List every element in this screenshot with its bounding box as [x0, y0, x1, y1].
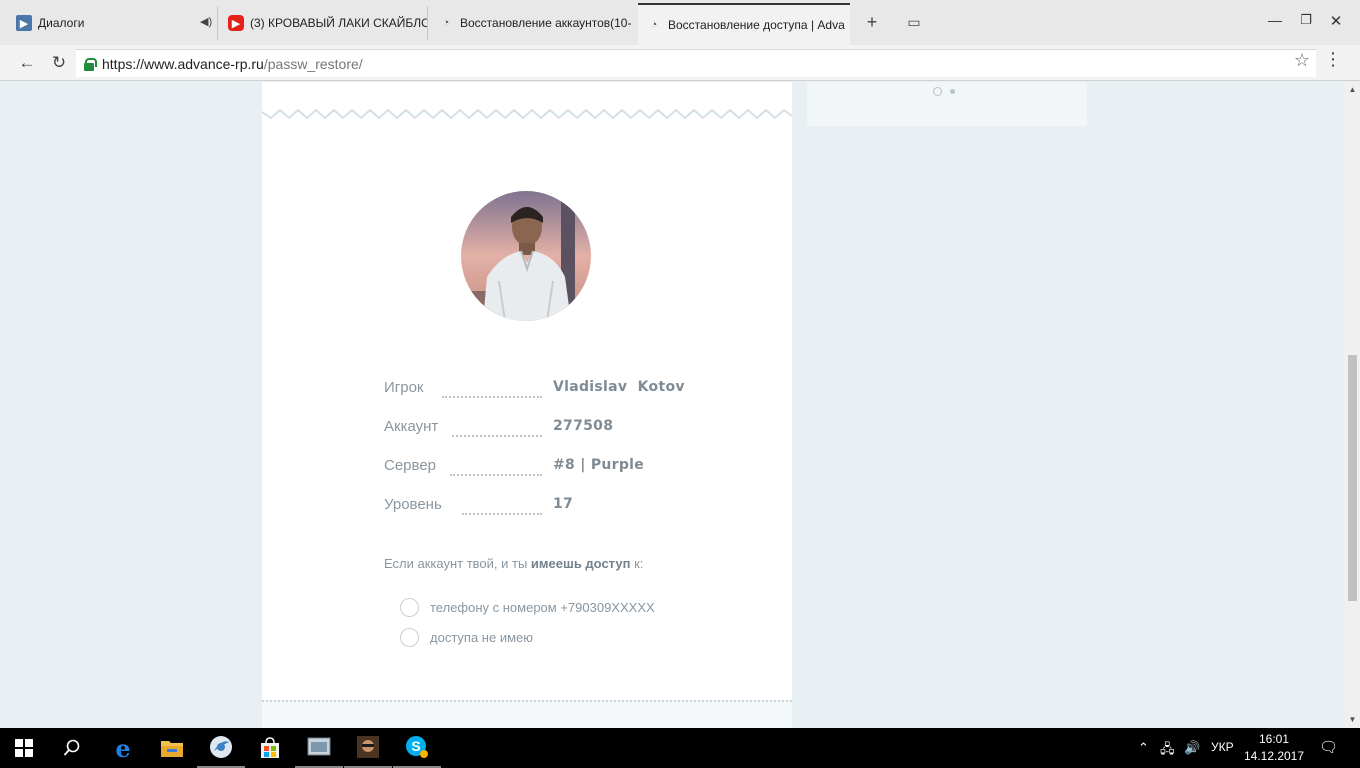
- vk-icon: ▶: [16, 15, 32, 31]
- dotted-leader: [462, 513, 542, 515]
- dotted-leader: [450, 474, 542, 476]
- info-value-player-name: Vladislav Kotov: [553, 379, 685, 395]
- browser-icon: [210, 736, 232, 758]
- info-row-account: Аккаунт 277508: [384, 418, 684, 442]
- option-label: телефону с номером +790309XXXXX: [430, 600, 655, 615]
- info-key: Сервер: [384, 457, 443, 474]
- info-value-level: 17: [553, 496, 574, 512]
- windows-logo-icon: [15, 739, 33, 757]
- lock-icon: [84, 57, 97, 71]
- clock-time: 16:01: [1258, 732, 1290, 746]
- info-value-account-id: 277508: [553, 418, 614, 434]
- taskbar-edge[interactable]: e: [99, 728, 147, 768]
- reload-icon[interactable]: ↻: [47, 51, 71, 75]
- new-tab-icon[interactable]: +: [860, 11, 884, 35]
- menu-dots-icon[interactable]: ⋮: [1324, 49, 1342, 70]
- tab-label: (3) КРОВАВЫЙ ЛАКИ СКАЙБЛО: [250, 16, 427, 30]
- radio-button[interactable]: [400, 598, 419, 617]
- tab-label: Диалоги: [38, 16, 85, 30]
- radio-button[interactable]: [400, 628, 419, 647]
- restore-card: Игрок Vladislav Kotov Аккаунт 277508 Сер…: [262, 82, 792, 728]
- windows-taskbar: e S ⌃ 🖧 🔊 УКР 16:01 14.12.2017 🗨: [0, 728, 1360, 768]
- url-path: /passw_restore/: [263, 55, 363, 72]
- taskbar-chrome[interactable]: [197, 728, 245, 768]
- access-question: Если аккаунт твой, и ты имеешь доступ к:: [384, 556, 643, 571]
- notifications-icon[interactable]: 🗨: [1319, 738, 1338, 756]
- address-bar: ← ↻ https://www.advance-rp.ru/passw_rest…: [0, 45, 1360, 81]
- search-button[interactable]: [48, 728, 96, 768]
- tab-search-icon[interactable]: ▭: [902, 11, 926, 35]
- info-row-player: Игрок Vladislav Kotov: [384, 379, 685, 403]
- slider-pagination: [933, 87, 955, 96]
- taskbar-store[interactable]: [246, 728, 294, 768]
- folder-icon: [161, 741, 183, 757]
- taskbar-explorer[interactable]: [148, 728, 196, 768]
- app-window-icon: [307, 737, 331, 756]
- volume-icon[interactable]: 🔊: [1184, 740, 1200, 756]
- speaker-icon[interactable]: ◀): [200, 15, 212, 28]
- close-icon[interactable]: ✕: [1326, 12, 1346, 30]
- zigzag-divider: [262, 108, 792, 120]
- bookmark-star-icon[interactable]: ☆: [1294, 50, 1310, 71]
- url-input[interactable]: https://www.advance-rp.ru/passw_restore/: [76, 49, 1316, 77]
- taskbar-clock[interactable]: 16:01 14.12.2017: [1240, 731, 1308, 765]
- slider-dot[interactable]: [950, 89, 955, 94]
- option-phone[interactable]: телефону с номером +790309XXXXX: [400, 598, 655, 617]
- dotted-leader: [452, 435, 542, 437]
- option-no-access[interactable]: доступа не имею: [400, 628, 533, 647]
- network-icon[interactable]: 🖧: [1160, 740, 1175, 762]
- taskbar-game[interactable]: [344, 728, 392, 768]
- tab-youtube[interactable]: ▶ (3) КРОВАВЫЙ ЛАКИ СКАЙБЛО: [220, 6, 428, 40]
- minimize-icon[interactable]: —: [1265, 12, 1285, 28]
- tab-strip: ▶ Диалоги ◀) ▶ (3) КРОВАВЫЙ ЛАКИ СКАЙБЛО…: [0, 0, 1360, 45]
- advance-icon: ◔: [442, 17, 450, 29]
- side-panel: [807, 82, 1087, 126]
- question-suffix: к:: [630, 556, 644, 571]
- url-host: https://www.advance-rp.ru: [102, 55, 264, 72]
- info-row-level: Уровень 17: [384, 496, 684, 520]
- info-key: Аккаунт: [384, 418, 445, 435]
- player-avatar: [461, 191, 591, 321]
- page-viewport: Игрок Vladislav Kotov Аккаунт 277508 Сер…: [0, 82, 1360, 728]
- question-bold: имеешь доступ: [530, 556, 631, 571]
- scroll-up-icon[interactable]: ▲: [1345, 82, 1360, 97]
- store-icon: [261, 737, 279, 758]
- tab-account-restore[interactable]: ◔ Восстановление аккаунтов(10-: [430, 6, 636, 40]
- restore-icon[interactable]: ❐: [1296, 12, 1316, 28]
- info-value-server: #8 | Purple: [553, 457, 645, 473]
- tab-label: Восстановление доступа | Adva: [668, 18, 845, 32]
- slider-dot-active[interactable]: [933, 87, 942, 96]
- back-icon[interactable]: ←: [15, 51, 39, 75]
- page-scrollbar[interactable]: ▲ ▼: [1345, 82, 1360, 728]
- search-icon: [63, 739, 80, 756]
- game-icon: [357, 736, 379, 758]
- advance-icon: ◔: [650, 19, 658, 31]
- info-row-server: Сервер #8 | Purple: [384, 457, 684, 481]
- start-button[interactable]: [0, 728, 48, 768]
- language-indicator[interactable]: УКР: [1211, 740, 1234, 754]
- svg-text:S: S: [411, 738, 420, 754]
- edge-icon: e: [115, 733, 131, 763]
- dotted-leader: [442, 396, 542, 398]
- info-key: Игрок: [384, 379, 430, 396]
- tab-label: Восстановление аккаунтов(10-: [460, 16, 632, 30]
- option-label: доступа не имею: [430, 630, 533, 645]
- skype-icon: S: [406, 736, 428, 758]
- tray-chevron-icon[interactable]: ⌃: [1138, 740, 1149, 756]
- clock-date: 14.12.2017: [1243, 749, 1305, 763]
- taskbar-app-window[interactable]: [295, 728, 343, 768]
- taskbar-skype[interactable]: S: [393, 728, 441, 768]
- scroll-thumb[interactable]: [1348, 355, 1357, 601]
- youtube-icon: ▶: [228, 15, 244, 31]
- tab-dialogs[interactable]: ▶ Диалоги: [8, 6, 218, 40]
- tab-access-restore[interactable]: ◔ Восстановление доступа | Adva: [638, 3, 850, 45]
- card-footer: [262, 700, 792, 728]
- scroll-down-icon[interactable]: ▼: [1345, 712, 1360, 727]
- info-key: Уровень: [384, 496, 448, 513]
- question-prefix: Если аккаунт твой, и ты: [384, 556, 531, 571]
